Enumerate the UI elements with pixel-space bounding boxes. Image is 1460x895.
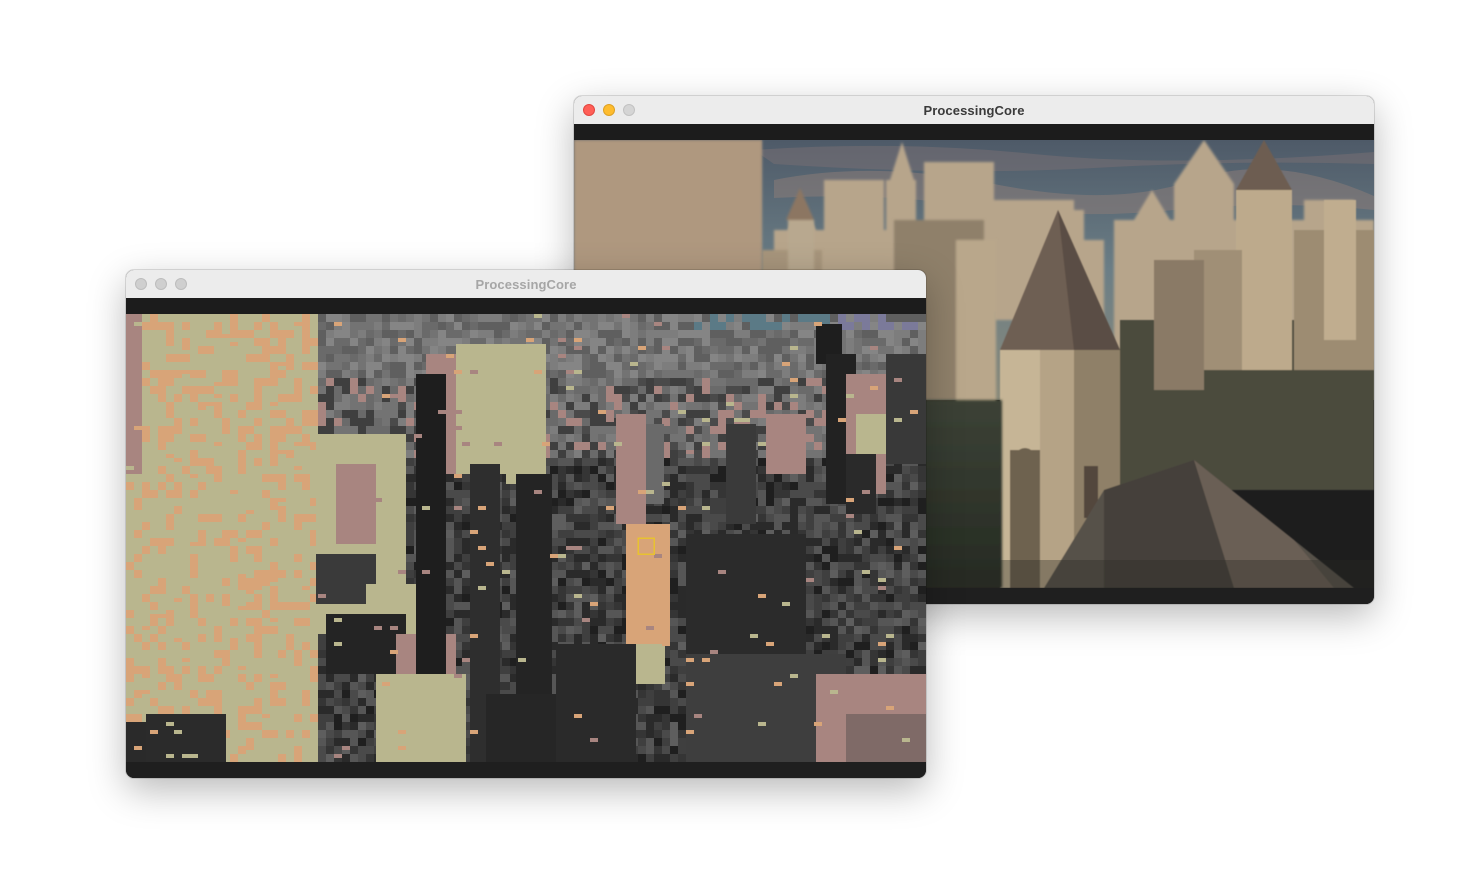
processed-image-canvas[interactable] (126, 314, 926, 762)
zoom-button[interactable] (175, 278, 187, 290)
processed-window-titlebar[interactable]: ProcessingCore (126, 270, 926, 299)
status-strip (126, 762, 926, 778)
close-button[interactable] (583, 104, 595, 116)
close-button[interactable] (135, 278, 147, 290)
window-title: ProcessingCore (475, 276, 577, 292)
toolbar-strip (126, 298, 926, 314)
zoom-button[interactable] (623, 104, 635, 116)
window-controls (135, 278, 187, 290)
toolbar-strip (574, 124, 1374, 140)
window-title: ProcessingCore (923, 102, 1025, 118)
processed-window[interactable]: ProcessingCore (126, 270, 926, 778)
minimize-button[interactable] (603, 104, 615, 116)
pixelated-castle-image (126, 314, 926, 762)
source-window-titlebar[interactable]: ProcessingCore (574, 96, 1374, 125)
minimize-button[interactable] (155, 278, 167, 290)
window-controls (583, 104, 635, 116)
